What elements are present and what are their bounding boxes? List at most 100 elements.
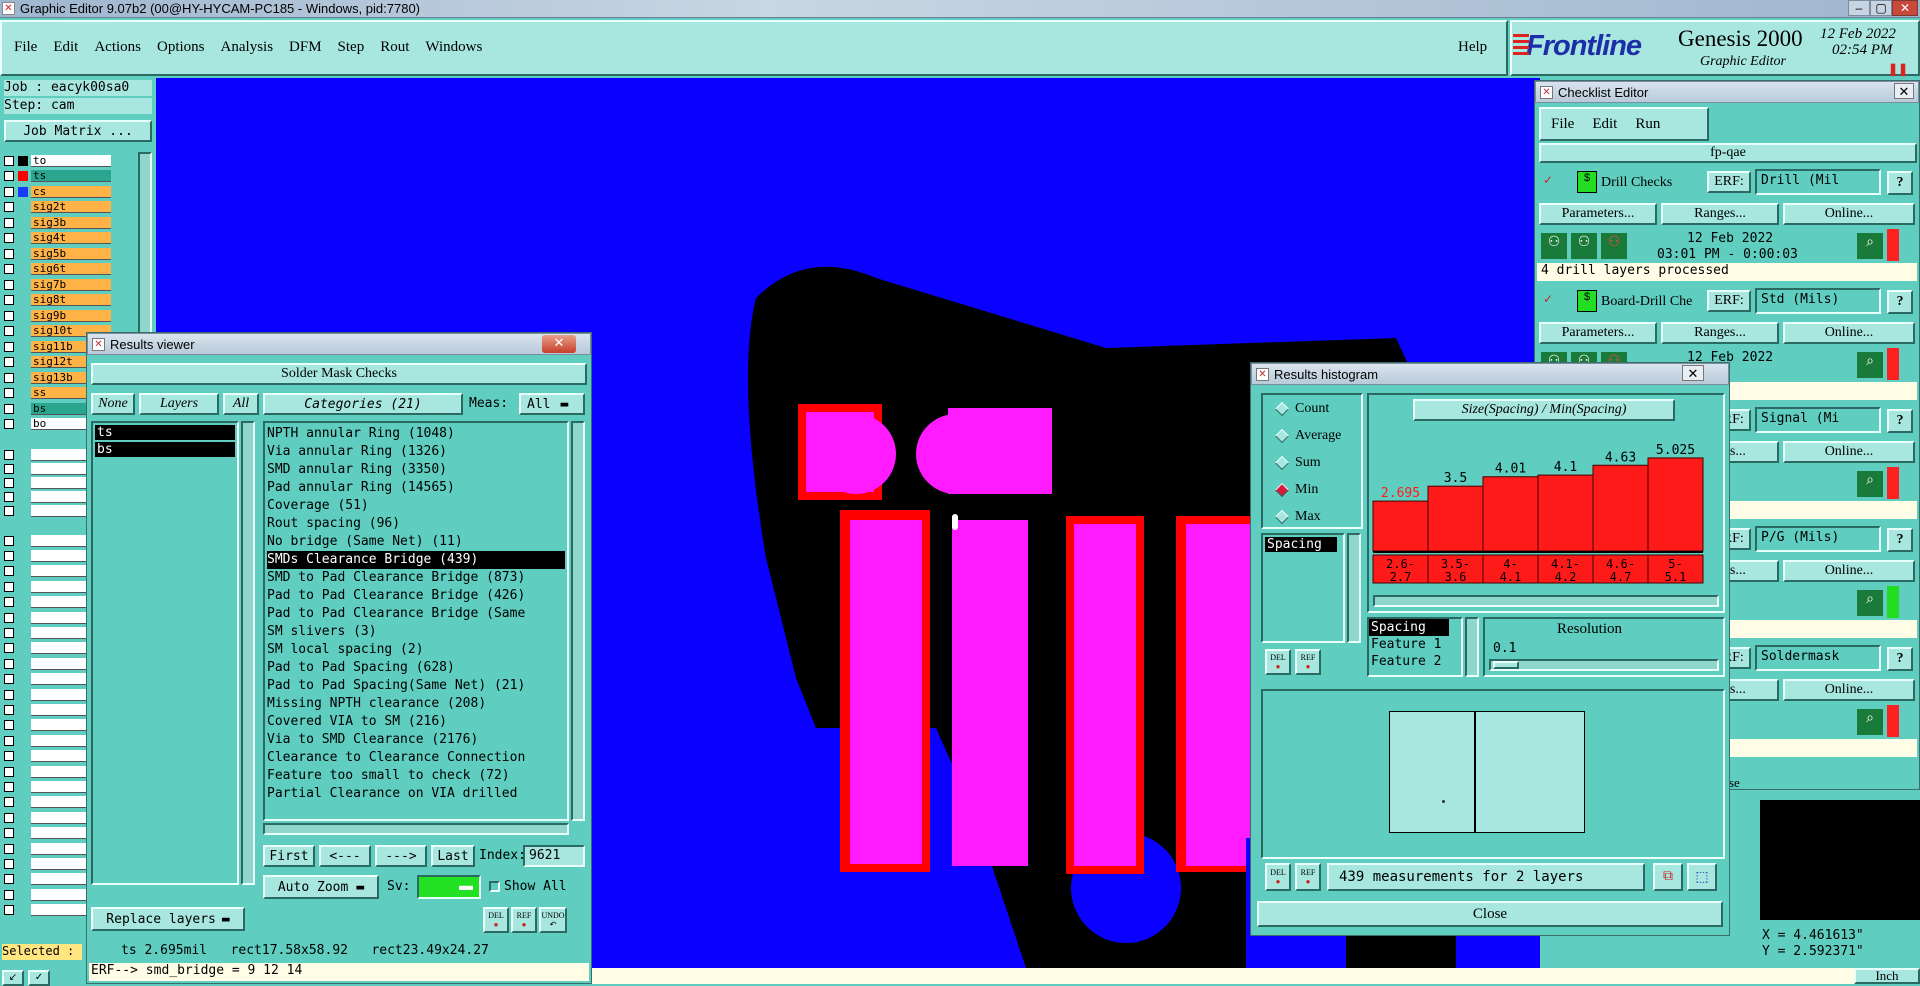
layer-row[interactable]: sig3b — [4, 216, 111, 229]
zoom-results-icon[interactable]: ⌕ — [1857, 590, 1883, 616]
menu-step[interactable]: Step — [338, 39, 365, 56]
layer-checkbox[interactable] — [4, 643, 14, 654]
layer-color-swatch[interactable] — [18, 536, 28, 546]
layer-checkbox[interactable] — [4, 658, 14, 669]
category-item[interactable]: Missing NPTH clearance (208) — [267, 695, 565, 713]
layer-checkbox[interactable] — [4, 171, 14, 181]
maximize-button[interactable]: ▢ — [1870, 0, 1892, 16]
layer-color-swatch[interactable] — [18, 751, 28, 761]
layer-color-swatch[interactable] — [18, 797, 28, 807]
layer-color-swatch[interactable] — [18, 202, 28, 212]
category-item[interactable]: Pad to Pad Spacing (628) — [267, 659, 565, 677]
category-item[interactable]: Via to SMD Clearance (2176) — [267, 731, 565, 749]
option-radio-min[interactable]: Min — [1274, 482, 1318, 498]
undo-button[interactable]: UNDO ↶ — [539, 907, 567, 933]
help-button[interactable]: ? — [1887, 647, 1913, 671]
layer-color-swatch[interactable] — [18, 705, 28, 715]
layer-checkbox[interactable] — [4, 843, 14, 854]
layer-checkbox[interactable] — [4, 295, 14, 305]
preview-del-button[interactable]: DEL ● — [1265, 863, 1291, 891]
parameters-button[interactable]: Parameters... — [1539, 203, 1657, 225]
option-radio-max[interactable]: Max — [1274, 509, 1321, 525]
checklist-menu-file[interactable]: File — [1551, 116, 1574, 133]
erf-field[interactable]: Soldermask — [1755, 645, 1881, 671]
help-button[interactable]: ? — [1887, 290, 1913, 314]
run-icon-1[interactable]: ⚇ — [1541, 233, 1567, 259]
layer-color-swatch[interactable] — [18, 828, 28, 838]
layer-checkbox[interactable] — [4, 310, 14, 321]
checklist-titlebar[interactable]: ✕ Checklist Editor ✕ — [1535, 81, 1919, 103]
layer-color-swatch[interactable] — [18, 464, 28, 474]
layer-checkbox[interactable] — [4, 264, 14, 274]
hist-ref-button[interactable]: REF ● — [1295, 649, 1321, 675]
histogram-titlebar[interactable]: ✕ Results histogram ✕ — [1251, 363, 1729, 385]
layer-checkbox[interactable] — [4, 491, 14, 502]
layer-checkbox[interactable] — [4, 828, 14, 839]
menu-rout[interactable]: Rout — [380, 39, 409, 56]
resolution-slider[interactable] — [1489, 659, 1719, 671]
layer-checkbox[interactable] — [4, 674, 14, 685]
layer-checkbox[interactable] — [4, 279, 14, 290]
layer-row[interactable]: sig7b — [4, 278, 111, 291]
layer-checkbox[interactable] — [4, 535, 14, 546]
layer-color-swatch[interactable] — [18, 186, 28, 197]
layer-checkbox[interactable] — [4, 735, 14, 746]
layer-color-swatch[interactable] — [18, 674, 28, 684]
menu-analysis[interactable]: Analysis — [221, 39, 274, 56]
results-viewer-close-button[interactable]: ✕ — [542, 335, 576, 353]
category-item[interactable]: Covered VIA to SM (216) — [267, 713, 565, 731]
option-radio-count[interactable]: Count — [1274, 401, 1329, 417]
layer-checkbox[interactable] — [4, 612, 14, 623]
layer-checkbox[interactable] — [4, 812, 14, 823]
layer-color-swatch[interactable] — [18, 478, 28, 488]
next-button[interactable]: ---> — [375, 845, 427, 867]
menu-edit[interactable]: Edit — [53, 39, 78, 56]
layer-checkbox[interactable] — [4, 720, 14, 731]
online-button[interactable]: Online... — [1783, 679, 1915, 701]
layer-color-swatch[interactable] — [18, 419, 28, 429]
menu-dfm[interactable]: DFM — [289, 39, 322, 56]
online-button[interactable]: Online... — [1783, 560, 1915, 582]
show-all-checkbox[interactable]: Show All — [489, 879, 567, 894]
category-item[interactable]: Pad to Pad Clearance Bridge (Same — [267, 605, 565, 623]
category-item[interactable]: No bridge (Same Net) (11) — [267, 533, 565, 551]
help-button[interactable]: ? — [1887, 528, 1913, 552]
histogram-bar[interactable] — [1647, 457, 1704, 552]
layer-checkbox[interactable] — [4, 566, 14, 577]
layer-checkbox[interactable] — [4, 202, 14, 212]
layer-checkbox[interactable] — [4, 248, 14, 259]
layer-color-swatch[interactable] — [18, 326, 28, 336]
help-button[interactable]: ? — [1887, 171, 1913, 195]
layer-row[interactable]: sig4t — [4, 232, 111, 245]
minimize-button[interactable]: – — [1848, 0, 1870, 16]
category-item[interactable]: SM local spacing (2) — [267, 641, 565, 659]
categories-listbox[interactable]: NPTH annular Ring (1048) Via annular Ring… — [263, 421, 569, 821]
first-button[interactable]: First — [263, 845, 315, 867]
layer-color-swatch[interactable] — [18, 874, 28, 884]
layer-checkbox[interactable] — [4, 581, 14, 592]
replace-layers-dropdown[interactable]: Replace layers ▬ — [91, 907, 245, 931]
category-item[interactable]: Clearance to Clearance Connection — [267, 749, 565, 767]
layer-color-swatch[interactable] — [18, 859, 28, 869]
layer-row[interactable]: sig6t — [4, 263, 111, 276]
categories-vscrollbar[interactable] — [571, 421, 585, 821]
category-item[interactable]: Pad annular Ring (14565) — [267, 479, 565, 497]
layer-checkbox[interactable] — [4, 388, 14, 398]
histogram-bar[interactable] — [1427, 485, 1484, 552]
layer-color-swatch[interactable] — [18, 373, 28, 383]
layer-color-swatch[interactable] — [18, 551, 28, 561]
layer-color-swatch[interactable] — [18, 597, 28, 607]
layer-checkbox[interactable] — [4, 889, 14, 900]
parameters-button[interactable]: Parameters... — [1539, 322, 1657, 344]
layer-checkbox[interactable] — [4, 419, 14, 429]
layer-color-swatch[interactable] — [18, 506, 28, 516]
job-matrix-button[interactable]: Job Matrix ... — [4, 120, 152, 142]
erf-field[interactable]: Std (Mils) — [1755, 288, 1881, 314]
layer-color-swatch[interactable] — [18, 450, 28, 460]
units-button[interactable]: Inch — [1854, 968, 1920, 984]
layer-checkbox[interactable] — [4, 477, 14, 488]
layer-color-swatch[interactable] — [18, 357, 28, 367]
category-item[interactable]: Feature too small to check (72) — [267, 767, 565, 785]
size-item-feature1[interactable]: Feature 1 — [1369, 636, 1461, 653]
category-item[interactable]: Partial Clearance on VIA drilled — [267, 785, 565, 803]
